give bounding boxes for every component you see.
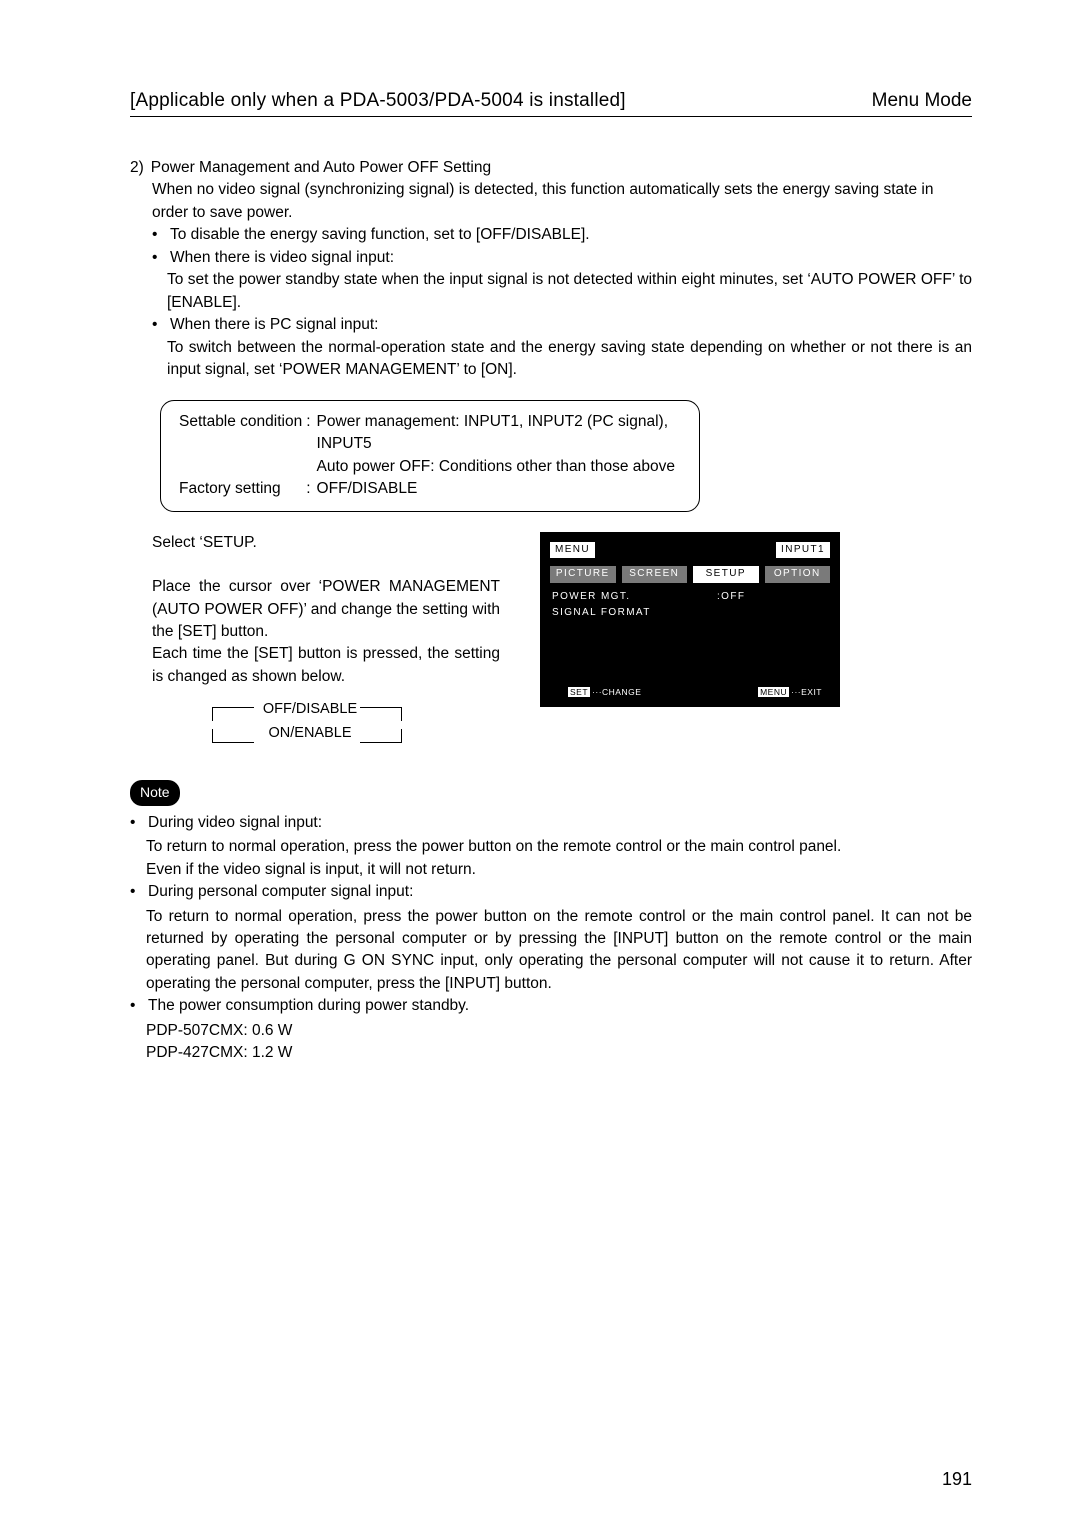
- note-body: To return to normal operation, press the…: [130, 906, 972, 996]
- bullet-icon: •: [130, 812, 140, 834]
- bullet-item: • To disable the energy saving function,…: [130, 224, 972, 246]
- page-header: [Applicable only when a PDA-5003/PDA-500…: [130, 90, 972, 117]
- osd-set-key: SET: [568, 687, 590, 697]
- bullet-body: To set the power standby state when the …: [130, 269, 972, 314]
- bullet-icon: •: [152, 224, 162, 246]
- box-value: OFF/DISABLE: [317, 478, 681, 500]
- note-block: • During video signal input: To return t…: [130, 812, 972, 1065]
- osd-tab-picture: PICTURE: [550, 566, 616, 583]
- bullet-text: When there is PC signal input:: [170, 314, 379, 336]
- osd-item-value: :OFF: [717, 590, 745, 605]
- instruction-step: Place the cursor over ‘POWER MANAGEMENT …: [152, 576, 500, 643]
- instruction-step: Select ‘SETUP.: [152, 532, 500, 554]
- note-line: PDP-507CMX: 0.6 W: [130, 1020, 972, 1042]
- osd-menu-chip: MENU: [550, 542, 595, 559]
- note-chip: Note: [130, 780, 180, 805]
- settable-condition-box: Settable condition : Power management: I…: [160, 400, 700, 512]
- note-bullet: • During personal computer signal input:: [130, 881, 972, 903]
- toggle-option: OFF/DISABLE: [260, 698, 360, 722]
- instructions-column: Select ‘SETUP. Place the cursor over ‘PO…: [130, 532, 500, 751]
- section-heading: 2) Power Management and Auto Power OFF S…: [130, 157, 972, 179]
- note-head: The power consumption during power stand…: [148, 995, 469, 1017]
- osd-tab-screen: SCREEN: [622, 566, 688, 583]
- osd-tab-option: OPTION: [765, 566, 831, 583]
- note-line: PDP-427CMX: 1.2 W: [130, 1042, 972, 1064]
- bullet-icon: •: [130, 995, 140, 1017]
- instruction-step: Each time the [SET] button is pressed, t…: [152, 643, 500, 688]
- toggle-option: ON/ENABLE: [260, 722, 360, 746]
- osd-tab-setup: SETUP: [693, 566, 759, 583]
- box-label: Settable condition: [179, 411, 302, 456]
- osd-exit-label: ···EXIT: [791, 687, 822, 697]
- osd-item-signal-format: SIGNAL FORMAT: [550, 605, 830, 622]
- osd-screenshot: MENU INPUT1 PICTURE SCREEN SETUP OPTION …: [540, 532, 840, 707]
- note-line: To return to normal operation, press the…: [130, 836, 972, 858]
- bullet-icon: •: [152, 247, 162, 269]
- bullet-icon: •: [152, 314, 162, 336]
- section-body: 2) Power Management and Auto Power OFF S…: [130, 157, 972, 1065]
- two-column-area: Select ‘SETUP. Place the cursor over ‘PO…: [130, 532, 972, 751]
- osd-item-power-mgt: POWER MGT. :OFF: [550, 589, 830, 606]
- bullet-item: • When there is PC signal input:: [130, 314, 972, 336]
- osd-tabs: PICTURE SCREEN SETUP OPTION: [550, 566, 830, 583]
- box-value: Auto power OFF: Conditions other than th…: [317, 456, 681, 478]
- header-left: [Applicable only when a PDA-5003/PDA-500…: [130, 90, 626, 112]
- bullet-icon: •: [130, 881, 140, 903]
- osd-input-chip: INPUT1: [776, 542, 830, 559]
- bullet-item: • When there is video signal input:: [130, 247, 972, 269]
- note-head: During personal computer signal input:: [148, 881, 413, 903]
- bullet-body: To switch between the normal-operation s…: [130, 337, 972, 382]
- note-bullet: • During video signal input:: [130, 812, 972, 834]
- osd-item-label: SIGNAL FORMAT: [552, 606, 717, 621]
- intro-paragraph: When no video signal (synchronizing sign…: [130, 179, 972, 224]
- page-number: 191: [942, 1469, 972, 1490]
- toggle-diagram: OFF/DISABLE ON/ENABLE: [212, 700, 402, 750]
- box-value: Power management: INPUT1, INPUT2 (PC sig…: [317, 411, 681, 456]
- note-line: Even if the video signal is input, it wi…: [130, 859, 972, 881]
- header-right: Menu Mode: [872, 90, 972, 112]
- note-head: During video signal input:: [148, 812, 322, 834]
- section-title: Power Management and Auto Power OFF Sett…: [151, 157, 491, 179]
- note-bullet: • The power consumption during power sta…: [130, 995, 972, 1017]
- bullet-text: To disable the energy saving function, s…: [170, 224, 590, 246]
- bullet-text: When there is video signal input:: [170, 247, 394, 269]
- osd-menu-key: MENU: [758, 687, 789, 697]
- osd-change-label: ···CHANGE: [592, 687, 641, 697]
- section-number: 2): [130, 157, 144, 179]
- osd-item-label: POWER MGT.: [552, 590, 717, 605]
- box-label: Factory setting: [179, 478, 302, 500]
- osd-footer: SET···CHANGE MENU···EXIT: [568, 686, 822, 698]
